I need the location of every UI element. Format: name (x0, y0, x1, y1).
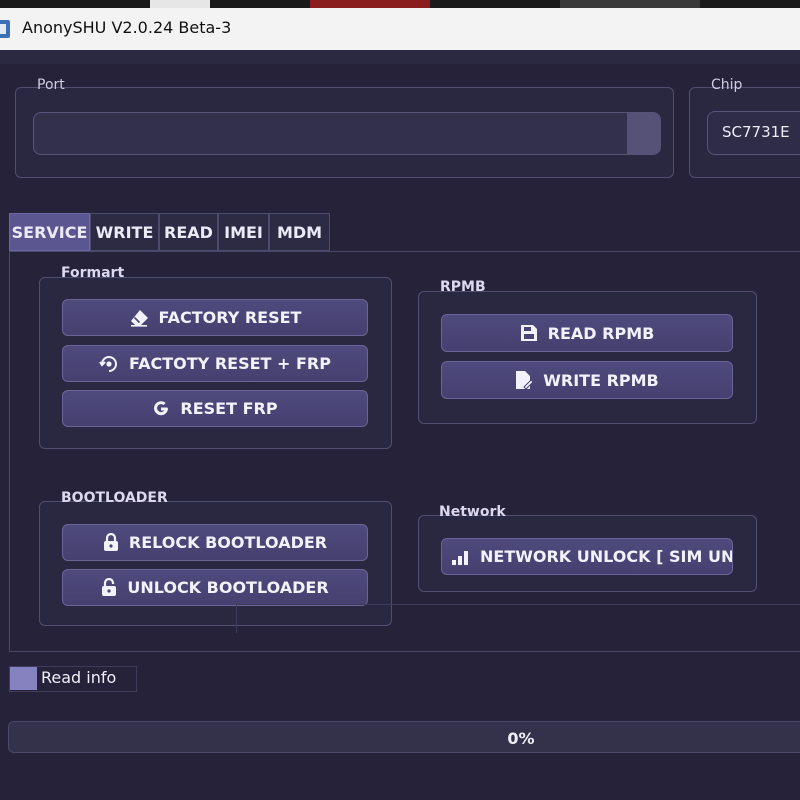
tab-write[interactable]: WRITE (90, 213, 159, 251)
write-rpmb-label: WRITE RPMB (543, 370, 659, 390)
desktop-behind-window (0, 760, 800, 800)
rpmb-group-label: RPMB (440, 279, 486, 295)
google-g-icon (154, 400, 169, 415)
read-rpmb-button[interactable]: READ RPMB (441, 314, 733, 352)
factory-reset-frp-button[interactable]: FACTOTY RESET + FRP (62, 345, 368, 382)
factory-reset-label: FACTORY RESET (158, 308, 302, 327)
tab-mdm[interactable]: MDM (269, 213, 330, 251)
factory-reset-button[interactable]: FACTORY RESET (62, 299, 368, 336)
window-title: AnonySHU V2.0.24 Beta-3 (22, 18, 232, 37)
relock-bootloader-button[interactable]: RELOCK BOOTLOADER (62, 524, 368, 561)
lock-icon (103, 533, 118, 551)
log-area-edge (236, 604, 800, 633)
bootloader-group-label: BOOTLOADER (61, 490, 168, 506)
title-bar[interactable]: AnonySHU V2.0.24 Beta-3 (0, 8, 800, 51)
chip-value: SC7731E (722, 123, 790, 141)
read-info-checkbox[interactable] (10, 667, 37, 690)
network-group-label: Network (439, 504, 506, 520)
eraser-icon (130, 309, 148, 327)
port-dropdown-button[interactable] (627, 113, 660, 154)
port-label: Port (37, 77, 65, 93)
network-unlock-button[interactable]: NETWORK UNLOCK [ SIM UNLO (441, 538, 733, 575)
app-icon (0, 20, 10, 38)
signal-bars-icon (452, 550, 468, 565)
relock-bootloader-label: RELOCK BOOTLOADER (128, 533, 328, 552)
reset-eye-icon (99, 355, 118, 372)
header-band (0, 50, 800, 64)
write-rpmb-button[interactable]: WRITE RPMB (441, 361, 733, 399)
unlock-bootloader-button[interactable]: UNLOCK BOOTLOADER (62, 569, 368, 606)
progress-text: 0% (507, 728, 535, 748)
read-info-label[interactable]: Read info (41, 668, 116, 687)
tab-service[interactable]: SERVICE (9, 213, 90, 251)
tab-read[interactable]: READ (159, 213, 218, 251)
progress-bar: 0% (8, 721, 800, 753)
factory-reset-frp-label: FACTOTY RESET + FRP (129, 354, 331, 373)
network-unlock-label: NETWORK UNLOCK [ SIM UNLO (480, 547, 733, 566)
reset-frp-label: RESET FRP (180, 399, 278, 418)
port-select[interactable] (33, 112, 661, 155)
save-icon (520, 325, 537, 341)
read-rpmb-label: READ RPMB (547, 323, 655, 343)
unlock-icon (102, 578, 117, 596)
rpmb-group (418, 291, 757, 424)
format-group-label: Formart (61, 265, 125, 281)
write-doc-icon (516, 371, 534, 390)
chip-label: Chip (711, 77, 743, 93)
chip-select[interactable]: SC7731E (707, 111, 800, 155)
tab-imei[interactable]: IMEI (218, 213, 269, 251)
desktop-background-strip (0, 0, 800, 8)
unlock-bootloader-label: UNLOCK BOOTLOADER (127, 578, 329, 597)
reset-frp-button[interactable]: RESET FRP (62, 390, 368, 427)
